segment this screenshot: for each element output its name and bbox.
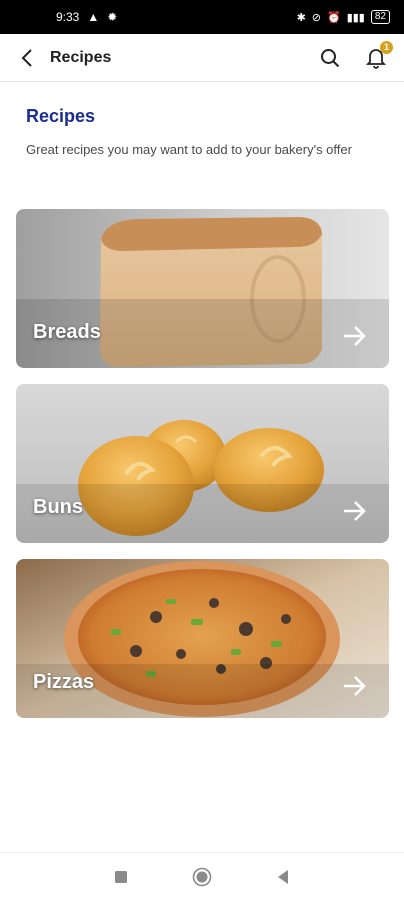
system-nav-bar — [0, 852, 404, 900]
mute-icon: ⊘ — [311, 11, 321, 24]
card-title: Buns — [33, 496, 83, 518]
settings-status-icon: ✹ — [107, 10, 118, 24]
pizza-image — [16, 559, 389, 718]
status-bar: 9:33 ▲ ✹ ✱ ⊘ ⏰ ▮▮▮ 82 — [0, 0, 404, 34]
recipe-card-pizzas[interactable]: Pizzas — [16, 559, 389, 718]
recents-button[interactable] — [110, 866, 132, 888]
back-button[interactable] — [16, 47, 38, 69]
page-subtitle: Great recipes you may want to add to you… — [26, 142, 352, 157]
card-title: Pizzas — [33, 671, 95, 693]
recipe-card-breads[interactable]: Breads — [16, 209, 389, 368]
circle-icon — [192, 867, 212, 886]
card-title: Breads — [33, 321, 101, 343]
triangle-back-icon — [278, 869, 289, 884]
signal-icon: ▮▮▮ — [346, 11, 365, 24]
home-button[interactable] — [191, 866, 213, 888]
page-title: Recipes — [26, 106, 96, 126]
notification-badge: 1 — [380, 40, 393, 54]
back-arrow-icon — [21, 48, 32, 67]
app-bar-title: Recipes — [50, 48, 112, 66]
notification-status-icon: ▲ — [87, 10, 100, 24]
alarm-icon: ⏰ — [327, 11, 341, 24]
main-content: Recipes Great recipes you may want to ad… — [0, 82, 404, 158]
back-nav-button[interactable] — [272, 866, 294, 888]
status-time: 9:33 — [56, 10, 80, 24]
square-icon — [114, 870, 127, 883]
buns-image — [16, 384, 389, 543]
battery-indicator: 82 — [370, 10, 390, 24]
bluetooth-icon: ✱ — [296, 11, 306, 24]
app-bar: Recipes 1 — [0, 34, 404, 82]
search-icon — [321, 48, 340, 67]
notifications-button[interactable]: 1 — [364, 40, 393, 70]
arrow-right-icon — [344, 326, 366, 346]
recipe-card-buns[interactable]: Buns — [16, 384, 389, 543]
search-button[interactable] — [318, 46, 342, 70]
bread-image — [16, 209, 389, 368]
arrow-right-icon — [344, 501, 366, 521]
arrow-right-icon — [344, 676, 366, 696]
